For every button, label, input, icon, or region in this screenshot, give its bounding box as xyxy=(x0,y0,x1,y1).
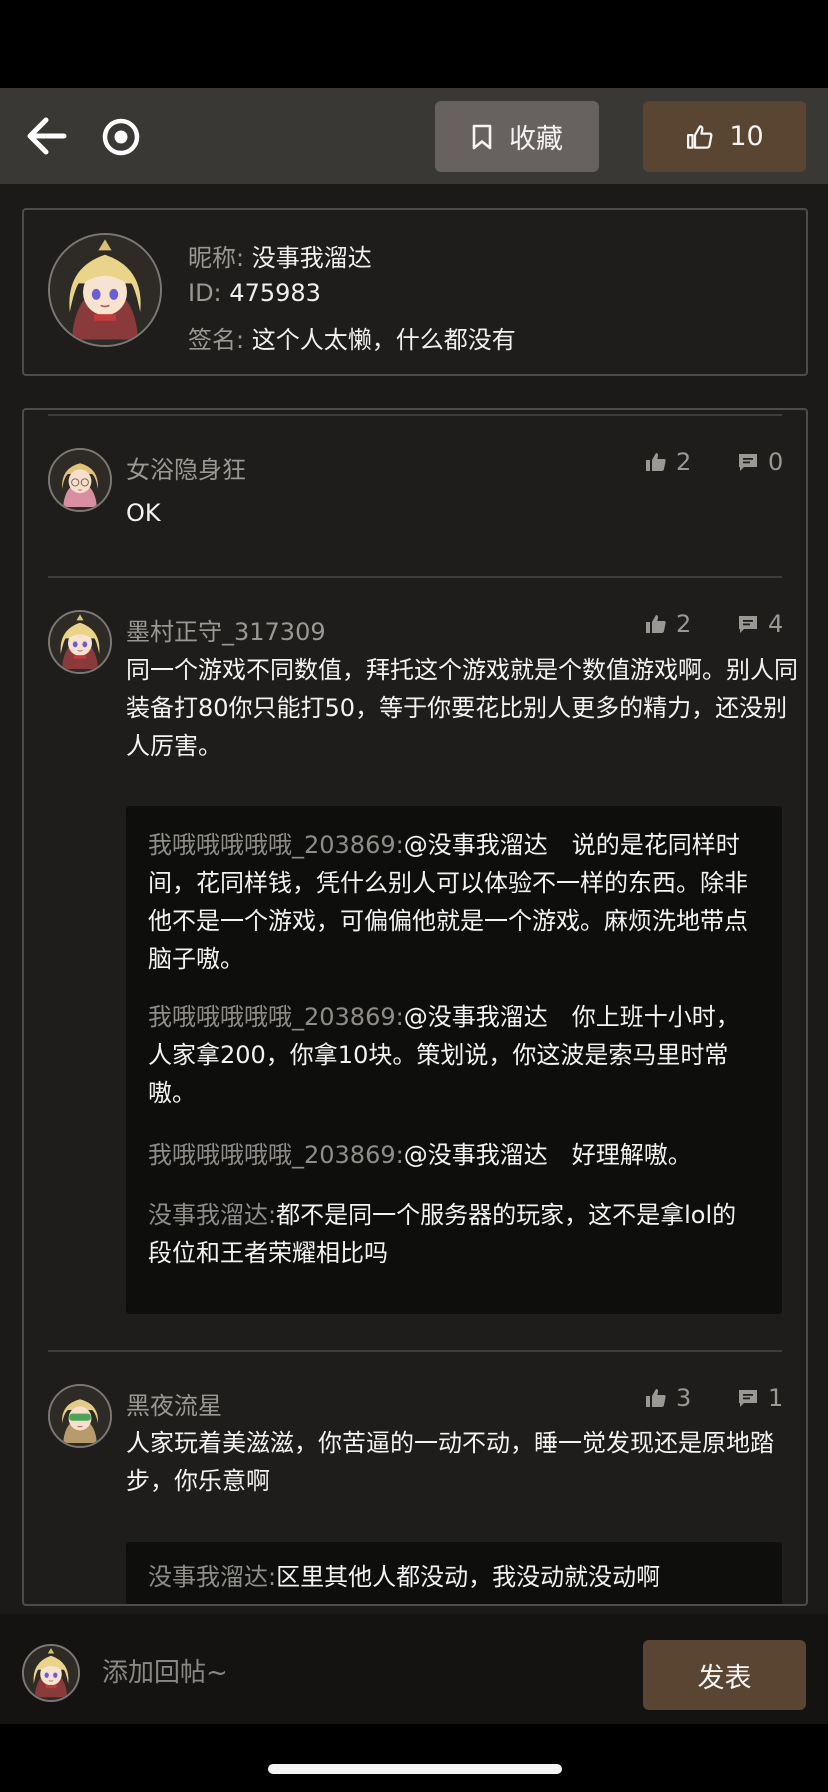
nickname-value: 没事我溜达 xyxy=(251,244,372,272)
commenter-avatar-image xyxy=(50,450,110,510)
target-icon xyxy=(102,118,140,156)
send-button[interactable]: 发表 xyxy=(643,1640,806,1710)
comment-text: 同一个游戏不同数值，拜托这个游戏就是个数值游戏啊。别人同装备打80你只能打50，… xyxy=(126,656,798,760)
profile-nickname-row: 昵称: 没事我溜达 xyxy=(188,238,372,273)
author-profile-card: 昵称: 没事我溜达 ID: 475983 签名: 这个人太懒，什么都没有 xyxy=(22,208,808,376)
favorite-button[interactable]: 收藏 xyxy=(435,101,599,172)
comment-reply-count: 0 xyxy=(768,448,784,476)
avatar[interactable] xyxy=(48,233,162,347)
reply-item[interactable]: 没事我溜达:都不是同一个服务器的玩家，这不是拿lol的段位和王者荣耀相比吗 xyxy=(148,1196,758,1272)
reply-author: 没事我溜达: xyxy=(148,1563,277,1591)
commenter-avatar-image xyxy=(50,1386,110,1446)
comments-list[interactable]: 女浴隐身狂 2 0 OK 墨村正守_317309 2 4 同一个游戏不同数值，拜… xyxy=(22,408,808,1606)
reply-text: @没事我溜达 好理解嗷。 xyxy=(403,1141,692,1169)
comment-like-button[interactable]: 2 xyxy=(644,448,691,476)
reply-item[interactable]: 我哦哦哦哦哦_203869:@没事我溜达 说的是花同样时间，花同样钱，凭什么别人… xyxy=(148,826,758,978)
back-button[interactable] xyxy=(24,114,72,158)
avatar xyxy=(22,1644,80,1702)
thumbs-up-icon xyxy=(644,450,668,474)
comment-like-count: 2 xyxy=(676,448,692,476)
comment-icon xyxy=(736,450,760,474)
comment-reply-button[interactable]: 0 xyxy=(736,448,783,476)
reply-thread: 没事我溜达:区里其他人都没动，我没动就没动啊 xyxy=(126,1542,782,1604)
thumbs-up-icon xyxy=(644,1386,668,1410)
avatar[interactable] xyxy=(48,1384,112,1448)
avatar[interactable] xyxy=(48,610,112,674)
home-indicator[interactable] xyxy=(268,1764,562,1774)
reply-author: 我哦哦哦哦哦_203869: xyxy=(148,831,404,859)
reply-text: 区里其他人都没动，我没动就没动啊 xyxy=(276,1563,661,1591)
current-user-avatar-image xyxy=(24,1646,78,1700)
id-label: ID: xyxy=(188,279,222,307)
comment-icon xyxy=(736,612,760,636)
profile-signature-row: 签名: 这个人太懒，什么都没有 xyxy=(188,320,516,355)
nickname-label: 昵称: xyxy=(188,244,245,272)
comment-reply-button[interactable]: 1 xyxy=(736,1384,783,1412)
reply-thread: 我哦哦哦哦哦_203869:@没事我溜达 说的是花同样时间，花同样钱，凭什么别人… xyxy=(126,806,782,1314)
comment-author[interactable]: 女浴隐身狂 xyxy=(126,450,246,485)
divider xyxy=(48,414,782,416)
divider xyxy=(48,1350,782,1352)
reply-item[interactable]: 没事我溜达:区里其他人都没动，我没动就没动啊 xyxy=(148,1558,758,1596)
arrow-left-icon xyxy=(27,117,67,155)
comment-reply-count: 1 xyxy=(768,1384,784,1412)
comment-reply-button[interactable]: 4 xyxy=(736,610,783,638)
status-bar xyxy=(0,0,828,88)
home-indicator-area xyxy=(0,1724,828,1792)
reply-composer: 发表 xyxy=(0,1614,828,1724)
reply-author: 我哦哦哦哦哦_203869: xyxy=(148,1003,404,1031)
comment-text: OK xyxy=(126,499,161,527)
favorite-label: 收藏 xyxy=(509,124,563,155)
thumbs-up-icon xyxy=(644,612,668,636)
like-count: 10 xyxy=(729,121,764,152)
comment-text: 人家玩着美滋滋，你苦逼的一动不动，睡一觉发现还是原地踏步，你乐意啊 xyxy=(126,1429,774,1495)
comment-like-button[interactable]: 2 xyxy=(644,610,691,638)
reply-input[interactable] xyxy=(100,1644,524,1702)
divider xyxy=(48,576,782,578)
reply-author: 没事我溜达: xyxy=(148,1201,277,1229)
profile-id-row: ID: 475983 xyxy=(188,279,321,307)
comment-like-count: 2 xyxy=(676,610,692,638)
reply-item[interactable]: 我哦哦哦哦哦_203869:@没事我溜达 好理解嗷。 xyxy=(148,1136,758,1174)
reply-author: 我哦哦哦哦哦_203869: xyxy=(148,1141,404,1169)
id-value: 475983 xyxy=(229,279,321,307)
author-avatar-image xyxy=(50,235,160,345)
like-button[interactable]: 10 xyxy=(643,101,806,172)
target-button[interactable] xyxy=(98,114,144,160)
thumbs-up-icon xyxy=(687,124,713,149)
commenter-avatar-image xyxy=(50,612,110,672)
comment-like-button[interactable]: 3 xyxy=(644,1384,691,1412)
comment-author[interactable]: 墨村正守_317309 xyxy=(126,612,326,647)
avatar[interactable] xyxy=(48,448,112,512)
top-navigation-bar: 收藏 10 xyxy=(0,88,828,184)
comment-author[interactable]: 黑夜流星 xyxy=(126,1386,222,1421)
bookmark-icon xyxy=(472,124,492,149)
comment-reply-count: 4 xyxy=(768,610,784,638)
comment-icon xyxy=(736,1386,760,1410)
signature-value: 这个人太懒，什么都没有 xyxy=(251,326,516,354)
reply-item[interactable]: 我哦哦哦哦哦_203869:@没事我溜达 你上班十小时，人家拿200，你拿10块… xyxy=(148,998,758,1112)
signature-label: 签名: xyxy=(188,326,245,354)
comment-like-count: 3 xyxy=(676,1384,692,1412)
